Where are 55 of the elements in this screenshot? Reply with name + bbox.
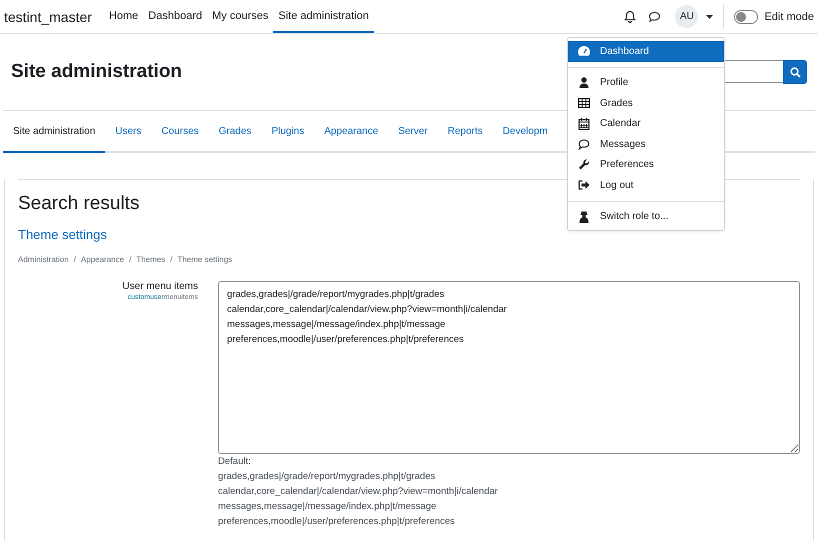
bell-icon[interactable] — [624, 10, 636, 23]
breadcrumb-item: Theme settings — [177, 255, 232, 264]
search-icon — [790, 66, 800, 78]
page-title: Site administration — [11, 61, 182, 83]
menu-item[interactable]: Dashboard — [568, 41, 724, 62]
menu-item[interactable]: Profile — [568, 72, 724, 93]
admin-tab[interactable]: Appearance — [314, 111, 388, 153]
menu-item[interactable]: Preferences — [568, 154, 724, 175]
admin-tab[interactable]: Courses — [151, 111, 209, 153]
menu-item[interactable]: Switch role to... — [568, 206, 724, 227]
section-link[interactable]: Theme settings — [18, 227, 800, 242]
nav-link[interactable]: Site administration — [273, 0, 374, 33]
table-icon — [578, 98, 590, 108]
setting-label: User menu items — [122, 281, 198, 292]
menu-item[interactable]: Calendar — [568, 114, 724, 134]
default-value-line: messages,message|/message/index.php|t/message — [218, 500, 438, 514]
admin-tab[interactable]: Server — [388, 111, 438, 153]
breadcrumb-item: Administration — [18, 255, 69, 264]
nav-link[interactable]: Dashboard — [143, 0, 208, 33]
user-avatar[interactable]: AU — [675, 5, 698, 28]
menu-item[interactable]: Messages — [568, 134, 724, 154]
default-value-line: grades,grades|/grade/report/mygrades.php|t/grades — [218, 470, 436, 484]
admin-tab[interactable]: Reports — [438, 111, 493, 153]
admin-tab[interactable]: Plugins — [261, 111, 314, 153]
menu-item[interactable]: Log out — [568, 175, 724, 196]
results-heading: Search results — [18, 193, 140, 215]
speech-bubble-icon — [578, 138, 590, 150]
user-secret-icon — [578, 210, 590, 223]
calendar-icon — [578, 118, 590, 130]
site-name[interactable]: testint_master — [4, 8, 92, 24]
sign-out-icon — [578, 180, 590, 190]
default-label: Default: — [218, 455, 252, 469]
person-icon — [578, 77, 590, 88]
default-value-line: calendar,core_calendar|/calendar/view.php?view=month|i/calendar — [218, 485, 499, 499]
gauge-icon — [578, 46, 590, 56]
menu-item[interactable]: Grades — [568, 93, 724, 114]
search-button[interactable] — [783, 60, 807, 84]
admin-tab[interactable]: Users — [105, 111, 152, 153]
nav-link[interactable]: Home — [104, 0, 144, 33]
chat-icon[interactable] — [648, 10, 662, 22]
nav-link[interactable]: My courses — [207, 0, 274, 33]
edit-mode-toggle[interactable] — [734, 10, 758, 24]
wrench-icon — [578, 159, 590, 170]
breadcrumb-item: Appearance — [80, 255, 124, 264]
breadcrumb-item: Themes — [136, 255, 166, 264]
default-value-line: preferences,moodle|/user/preferences.php|t/preferences — [218, 515, 456, 529]
admin-tab[interactable]: Site administration — [3, 111, 106, 153]
admin-tab[interactable]: Developm — [492, 111, 558, 153]
breadcrumb-separator: / — [74, 255, 76, 264]
breadcrumb-separator: / — [170, 255, 172, 264]
caret-icon[interactable] — [706, 14, 714, 18]
menu-items-field[interactable]: grades,grades|/grade/report/mygrades.php|t/grades calendar,core_calendar|/calendar/view.php?view=month|i/calendar messages,message|/message/index.php|t/message preferences,moodle|/user/preferences.php|t/preferences — [218, 281, 800, 454]
admin-tab[interactable]: Grades — [208, 111, 262, 153]
breadcrumb-separator: / — [129, 255, 132, 264]
edit-mode-label: Edit mode — [764, 10, 814, 22]
